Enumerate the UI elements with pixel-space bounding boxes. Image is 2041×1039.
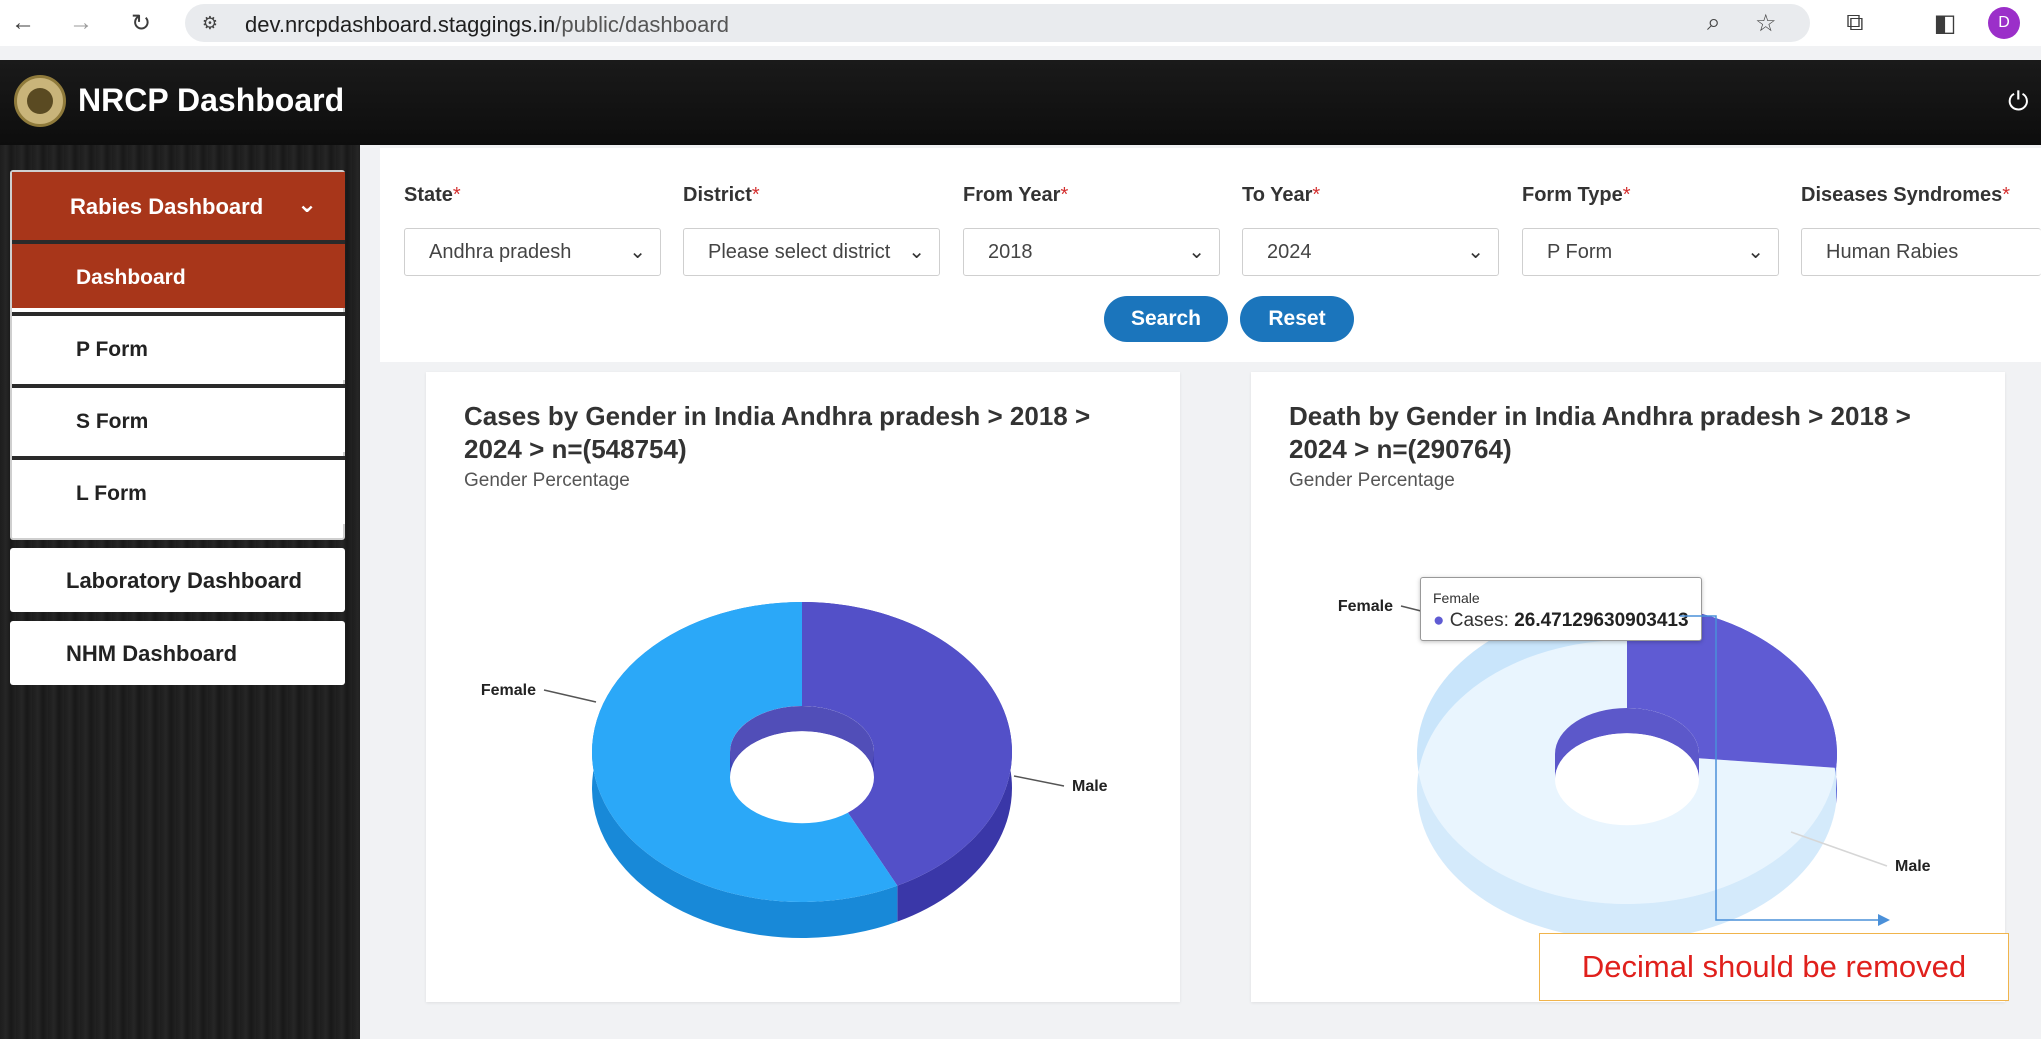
app-header: NRCP Dashboard ⏻: [0, 60, 2041, 145]
emblem-logo: [14, 75, 66, 127]
donut-hole-bottom: [1555, 733, 1699, 826]
chevron-down-icon: ⌄: [297, 191, 318, 218]
site-settings-icon[interactable]: ⚙: [199, 12, 221, 34]
cases-label-female: Female: [481, 682, 536, 699]
sidebar-group-rabies: Rabies Dashboard ⌄ Dashboard P Form S Fo…: [10, 170, 345, 540]
deaths-label-male: Male: [1895, 858, 1931, 875]
forward-icon[interactable]: →: [64, 6, 98, 40]
browser-toolbar: ← → ↻ ⚙ dev.nrcpdashboard.staggings.in/p…: [0, 0, 2041, 46]
cases-chart-card: Cases by Gender in India Andhra pradesh …: [426, 372, 1180, 1002]
chevron-down-icon: ⌄: [1467, 241, 1484, 263]
chevron-down-icon: ⌄: [629, 241, 646, 263]
donut-hole-bottom: [730, 731, 874, 824]
chevron-down-icon: ⌄: [1188, 241, 1205, 263]
sidebar-subitem-s-form[interactable]: S Form: [12, 384, 345, 452]
extensions-icon[interactable]: ⧉: [1838, 6, 1872, 40]
state-label: State*: [404, 184, 461, 206]
url-text[interactable]: dev.nrcpdashboard.staggings.in/public/da…: [245, 12, 729, 38]
to-year-select[interactable]: 2024 ⌄: [1242, 228, 1499, 276]
sidebar-item-rabies-dashboard[interactable]: Rabies Dashboard ⌄: [12, 172, 345, 240]
back-icon[interactable]: ←: [6, 6, 40, 40]
form-type-label: Form Type*: [1522, 184, 1631, 206]
sidebar-subitem-dashboard[interactable]: Dashboard: [12, 240, 345, 308]
bookmark-star-icon[interactable]: ☆: [1755, 9, 1777, 38]
district-select[interactable]: Please select district ⌄: [683, 228, 940, 276]
cases-pie-chart: Female Male: [481, 602, 1108, 939]
deaths-label-female: Female: [1338, 598, 1393, 615]
chevron-down-icon: ⌄: [908, 241, 925, 263]
reset-button[interactable]: Reset: [1240, 296, 1354, 342]
state-select[interactable]: Andhra pradesh ⌄: [404, 228, 661, 276]
app-title: NRCP Dashboard: [78, 82, 345, 118]
chart-tooltip: Female ● Cases: 26.47129630903413: [1420, 577, 1702, 641]
disease-select[interactable]: Human Rabies: [1801, 228, 2041, 276]
search-button[interactable]: Search: [1104, 296, 1228, 342]
tooltip-value-row: ● Cases: 26.47129630903413: [1433, 610, 1689, 631]
from-year-select[interactable]: 2018 ⌄: [963, 228, 1220, 276]
chevron-down-icon: ⌄: [1747, 241, 1764, 263]
cases-label-male: Male: [1072, 778, 1108, 795]
from-year-label: From Year*: [963, 184, 1069, 206]
sidebar-item-laboratory-dashboard[interactable]: Laboratory Dashboard: [10, 548, 345, 612]
side-panel-icon[interactable]: ◧: [1928, 6, 1962, 40]
cases-label-female-connector: [543, 689, 597, 703]
deaths-pie-chart: Female Male: [1338, 598, 1931, 940]
district-label: District*: [683, 184, 760, 206]
tooltip-name: Female: [1433, 590, 1480, 606]
to-year-label: To Year*: [1242, 184, 1321, 206]
filter-panel: State* Andhra pradesh ⌄ District* Please …: [380, 148, 2041, 362]
address-bar[interactable]: ⚙ dev.nrcpdashboard.staggings.in/public/…: [185, 4, 1810, 42]
annotation-note: Decimal should be removed: [1539, 933, 2009, 1001]
reload-icon[interactable]: ↻: [124, 6, 158, 40]
cases-label-male-connector: [1013, 775, 1065, 787]
zoom-icon[interactable]: ⌕: [1707, 9, 1720, 37]
sidebar-item-nhm-dashboard[interactable]: NHM Dashboard: [10, 621, 345, 685]
disease-label: Diseases Syndromes*: [1801, 184, 2011, 206]
sidebar: Rabies Dashboard ⌄ Dashboard P Form S Fo…: [0, 145, 360, 1039]
form-type-select[interactable]: P Form ⌄: [1522, 228, 1779, 276]
power-icon[interactable]: ⏻: [2008, 86, 2029, 118]
deaths-chart-card: Death by Gender in India Andhra pradesh …: [1251, 372, 2005, 1002]
profile-avatar[interactable]: D: [1988, 7, 2020, 39]
sidebar-subitem-l-form[interactable]: L Form: [12, 456, 345, 524]
sidebar-subitem-p-form[interactable]: P Form: [12, 312, 345, 380]
